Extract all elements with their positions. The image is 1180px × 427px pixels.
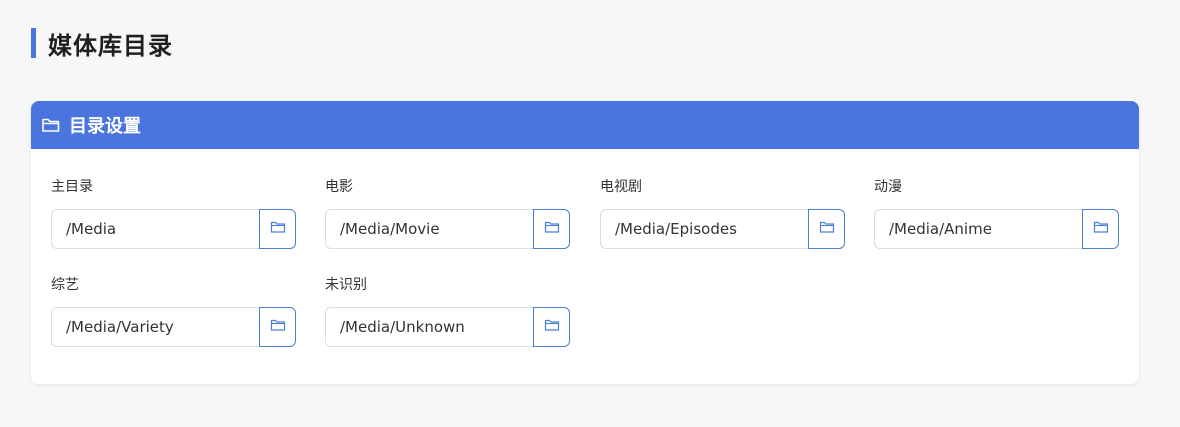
browse-folder-button[interactable] xyxy=(259,209,296,249)
browse-folder-button[interactable] xyxy=(808,209,845,249)
folder-open-icon xyxy=(819,219,835,239)
folder-open-icon xyxy=(270,219,286,239)
field-label: 综艺 xyxy=(51,277,79,293)
input-group xyxy=(51,307,296,347)
page-header: 媒体库目录 xyxy=(31,28,173,60)
browse-folder-button[interactable] xyxy=(533,307,570,347)
field-main-directory: 主目录 xyxy=(51,177,296,249)
unrecognized-directory-input[interactable] xyxy=(325,307,533,347)
tv-series-directory-input[interactable] xyxy=(600,209,808,249)
movie-directory-input[interactable] xyxy=(325,209,533,249)
field-movie: 电影 xyxy=(325,177,570,249)
page-title: 媒体库目录 xyxy=(48,31,173,60)
field-unrecognized: 未识别 xyxy=(325,275,570,347)
field-label: 电视剧 xyxy=(600,179,642,195)
input-group xyxy=(51,209,296,249)
input-group xyxy=(600,209,845,249)
field-label: 未识别 xyxy=(325,277,367,293)
folder-open-icon xyxy=(270,317,286,337)
browse-folder-button[interactable] xyxy=(1082,209,1119,249)
field-variety: 综艺 xyxy=(51,275,296,347)
input-group xyxy=(325,307,570,347)
folder-open-icon xyxy=(544,317,560,337)
anime-directory-input[interactable] xyxy=(874,209,1082,249)
folder-icon xyxy=(41,115,61,135)
field-label: 电影 xyxy=(325,179,353,195)
field-label: 主目录 xyxy=(51,179,93,195)
field-label: 动漫 xyxy=(874,179,902,195)
input-group xyxy=(874,209,1119,249)
variety-directory-input[interactable] xyxy=(51,307,259,347)
folder-open-icon xyxy=(544,219,560,239)
browse-folder-button[interactable] xyxy=(259,307,296,347)
card-header: 目录设置 xyxy=(31,101,1139,149)
browse-folder-button[interactable] xyxy=(533,209,570,249)
main-directory-input[interactable] xyxy=(51,209,259,249)
directory-settings-card: 目录设置 主目录 电影 xyxy=(31,101,1139,384)
input-group xyxy=(325,209,570,249)
field-anime: 动漫 xyxy=(874,177,1119,249)
card-title: 目录设置 xyxy=(69,116,141,137)
field-tv-series: 电视剧 xyxy=(600,177,845,249)
folder-open-icon xyxy=(1093,219,1109,239)
